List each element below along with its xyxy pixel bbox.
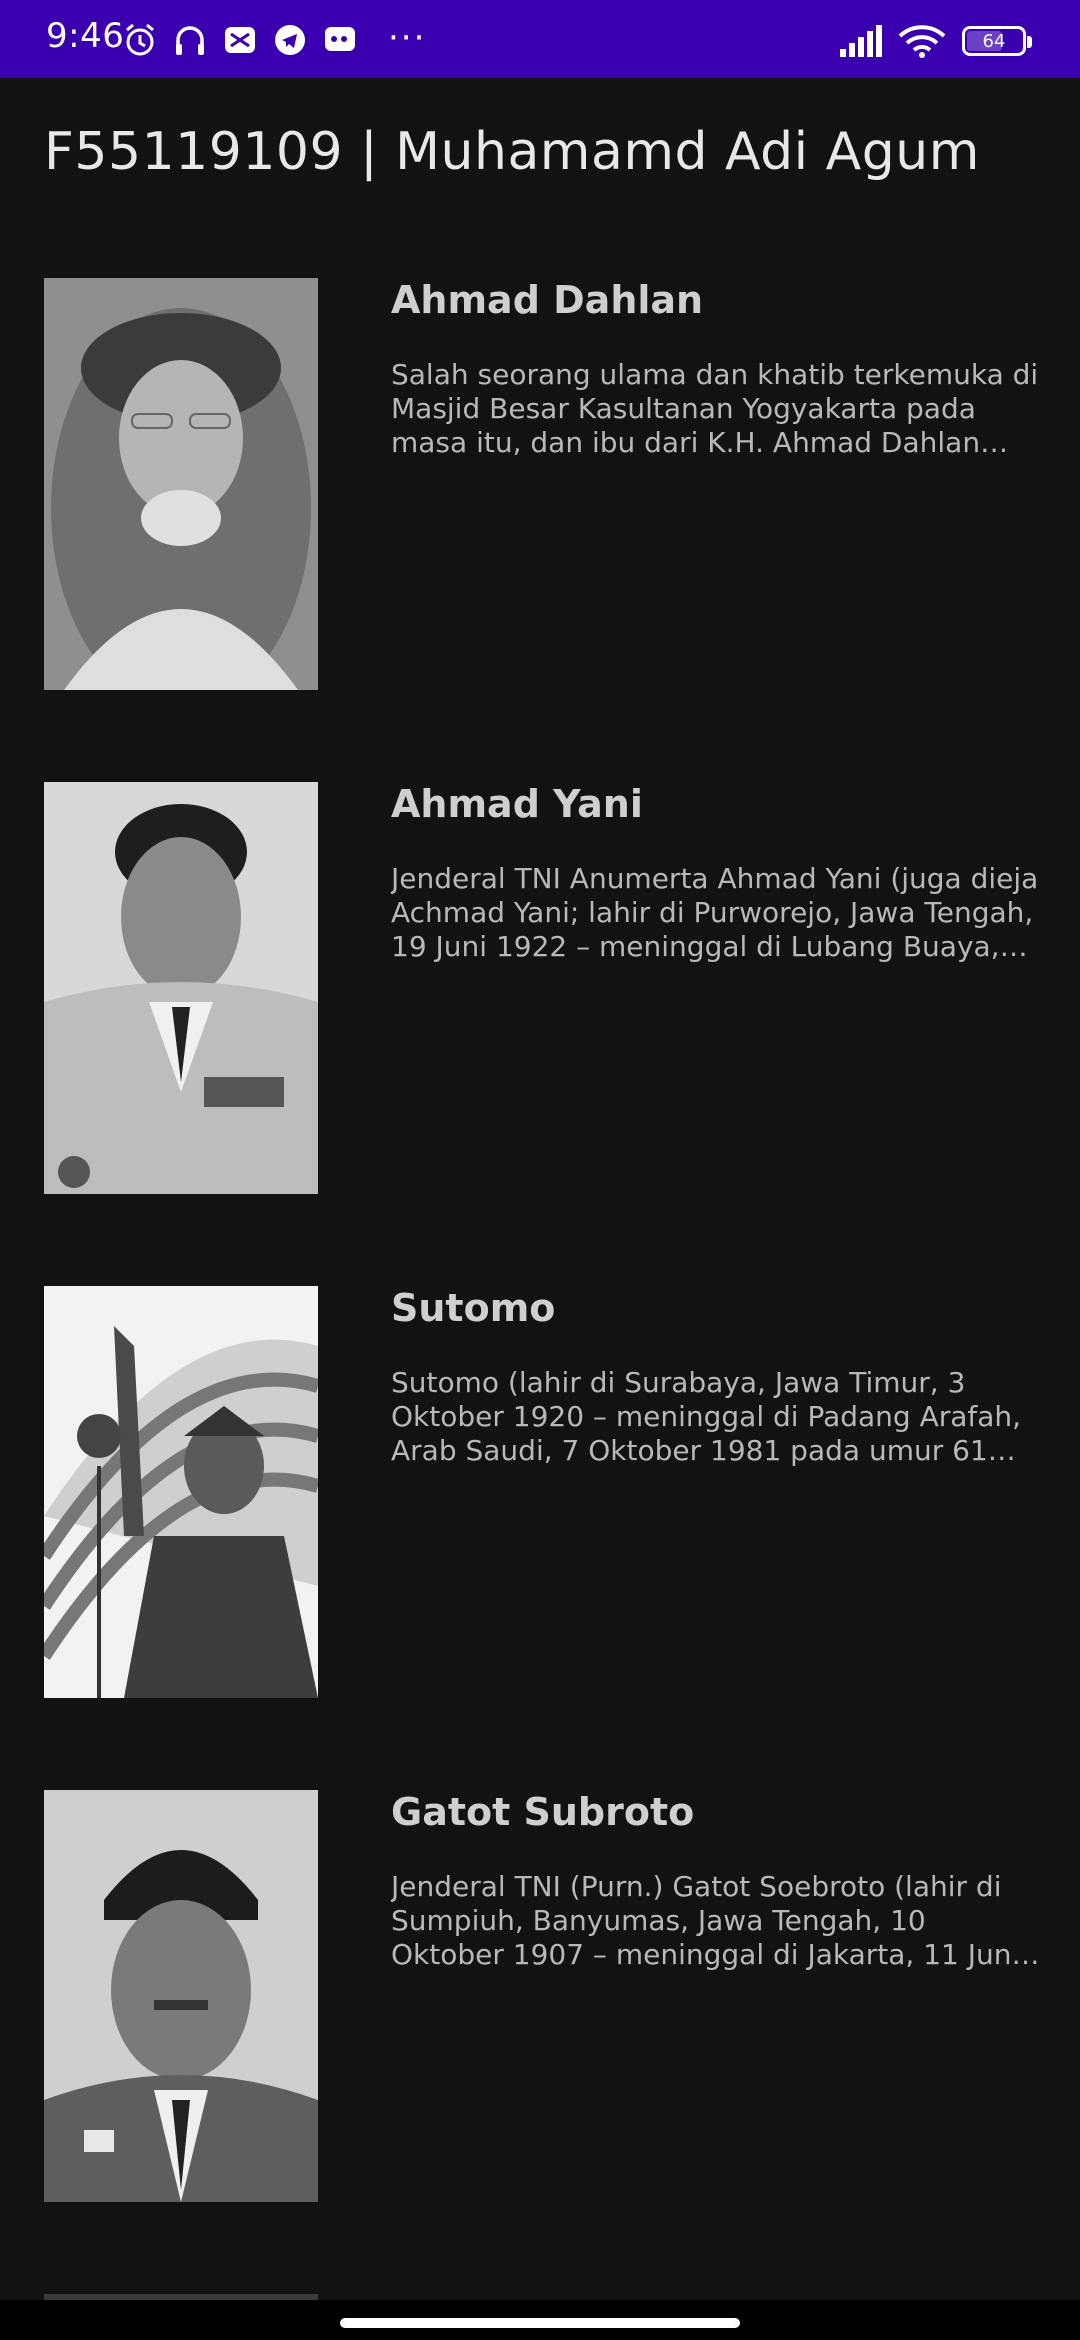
status-overflow-indicator: ··· (388, 18, 427, 58)
status-time: 9:46 (46, 16, 125, 56)
home-indicator[interactable] (340, 2318, 740, 2328)
hero-description: Jenderal TNI Anumerta Ahmad Yani (juga d… (391, 862, 1039, 963)
alarm-icon (126, 23, 154, 56)
chat-icon (325, 27, 355, 51)
hero-photo (44, 278, 318, 690)
battery-icon: 64 (962, 26, 1032, 56)
hero-description: Sutomo (lahir di Surabaya, Jawa Timur, 3… (391, 1366, 1022, 1467)
hero-name: Gatot Subroto (391, 1790, 695, 1834)
hero-name: Ahmad Yani (391, 782, 643, 826)
hero-photo (44, 1790, 318, 2202)
status-icons-left (122, 22, 372, 58)
status-bar: 9:46 ··· 64 (0, 0, 1080, 78)
hero-name: Sutomo (391, 1286, 556, 1330)
list-item[interactable]: Ahmad Yani Jenderal TNI Anumerta Ahmad Y… (0, 782, 1080, 1286)
hero-photo (44, 782, 318, 1194)
page-title: F55119109 | Muhamamd Adi Agum (44, 122, 980, 182)
headphones-icon (176, 26, 204, 55)
hero-photo (44, 1286, 318, 1698)
wifi-icon (898, 25, 946, 58)
hero-description: Jenderal TNI (Purn.) Gatot Soebroto (lah… (391, 1870, 1020, 1971)
hero-description: Salah seorang ulama dan khatib terkemuka… (391, 358, 1039, 459)
telegram-icon (275, 25, 305, 55)
hero-name: Ahmad Dahlan (391, 278, 704, 322)
hero-list: Ahmad Dahlan Salah seorang ulama dan kha… (0, 278, 1080, 2294)
battery-level: 64 (982, 30, 1006, 52)
list-item[interactable]: Sutomo Sutomo (lahir di Surabaya, Jawa T… (0, 1286, 1080, 1790)
list-item[interactable]: Gatot Subroto Jenderal TNI (Purn.) Gatot… (0, 1790, 1080, 2294)
status-icons-right: 64 (838, 24, 1032, 58)
capcut-icon (225, 27, 255, 53)
signal-icon (840, 25, 882, 57)
list-item[interactable]: Ahmad Dahlan Salah seorang ulama dan kha… (0, 278, 1080, 782)
